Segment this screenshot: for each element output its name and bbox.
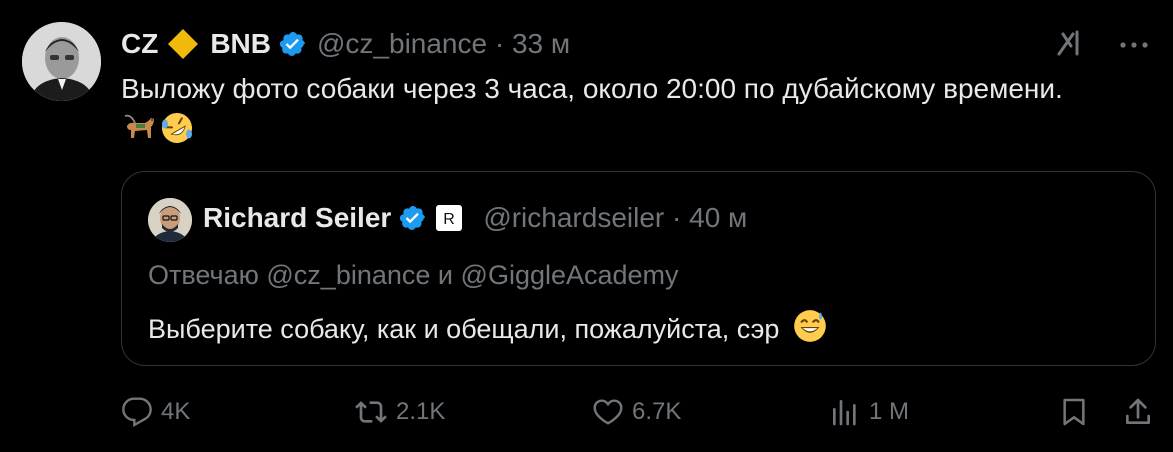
dot-separator: · [664,202,690,233]
reply-prefix: Отвечаю [148,260,259,290]
tweet-time[interactable]: 33 м [512,28,570,60]
repost-count: 2.1K [396,398,446,425]
bookmark-icon [1063,398,1085,426]
like-button[interactable]: 6.7K [592,393,681,431]
verified-badge-icon [279,30,307,58]
quoted-tweet[interactable]: Richard Seiler R @richardseiler · 40 м О… [121,171,1156,366]
analytics-icon [833,400,856,426]
share-icon [1126,398,1150,424]
author-avatar[interactable] [22,22,101,101]
heart-icon [593,399,623,425]
views-button[interactable]: 1 М [829,393,909,431]
repost-button[interactable]: 2.1K [354,393,445,431]
affiliate-logo-letter: R [444,211,456,228]
affiliate-logo[interactable]: R [435,204,463,232]
reply-icon [122,397,152,427]
dot-separator: · [487,28,512,59]
quote-text-row: Выберите собаку, как и обещали, пожалуйс… [148,307,829,352]
reply-mention-2[interactable]: @GiggleAcademy [461,260,679,290]
sweat-smile-emoji [791,307,829,352]
tweet-header: CZ BNB @cz_binance · 33 м [121,24,570,64]
action-bar: 4K 2.1K 6.7K 1 М [121,393,1156,431]
repost-icon [355,401,387,423]
tweet-emojis [121,110,195,151]
like-count: 6.7K [632,398,682,425]
quote-time[interactable]: 40 м [689,202,747,234]
bookmark-button[interactable] [1058,393,1090,431]
quote-author-handle[interactable]: @richardseiler [483,202,664,234]
author-name[interactable]: CZ [121,28,158,60]
tweet-text: Выложу фото собаки через 3 часа, около 2… [121,73,1063,104]
quote-author-avatar[interactable] [148,198,192,242]
views-count: 1 М [869,398,910,425]
author-handle[interactable]: @cz_binance [317,28,487,60]
reply-button[interactable]: 4K [121,393,190,431]
quote-header: Richard Seiler R @richardseiler · 40 м [203,202,747,234]
verified-badge-icon [399,204,427,232]
guide-dog-emoji [121,110,157,151]
reply-count: 4K [161,398,191,425]
quote-text: Выберите собаку, как и обещали, пожалуйс… [148,314,780,344]
reply-context: Отвечаю @cz_binance и @GiggleAcademy [148,260,679,291]
quote-author-name[interactable]: Richard Seiler [203,202,391,234]
avatar-photo [22,22,101,101]
share-button[interactable] [1122,393,1154,431]
grok-icon[interactable] [1053,26,1087,65]
bnb-diamond-icon [166,27,200,61]
reply-and: и [437,260,454,290]
quote-avatar-photo [148,198,192,242]
affiliate-name[interactable]: BNB [210,28,271,60]
reply-mention-1[interactable]: @cz_binance [266,260,430,290]
more-options-icon[interactable] [1119,37,1149,55]
rofl-emoji [159,110,195,151]
top-right-controls [1053,26,1149,65]
